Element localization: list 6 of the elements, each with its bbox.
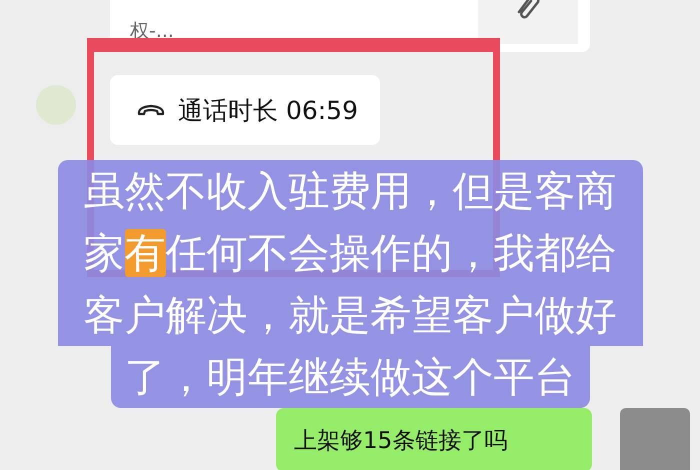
phone-icon (136, 103, 166, 117)
file-title: 权-... (129, 19, 174, 44)
avatar[interactable] (36, 85, 76, 125)
message-bubble[interactable]: 上架够15条链接了吗 (276, 408, 592, 470)
call-message-bubble[interactable]: 通话时长 06:59 (110, 75, 380, 145)
avatar-photo-placeholder[interactable] (620, 408, 690, 470)
